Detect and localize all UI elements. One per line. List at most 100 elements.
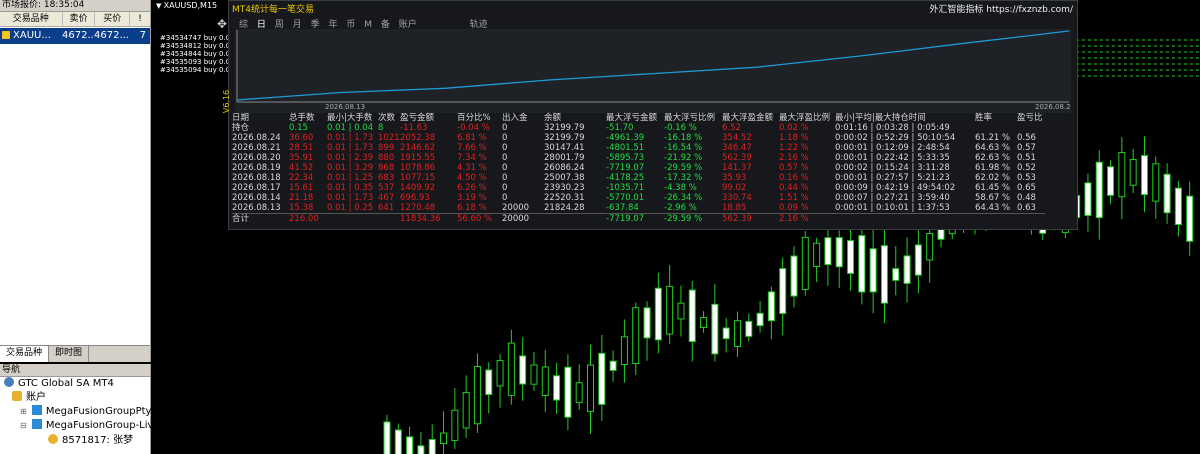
candle	[643, 307, 651, 339]
candle	[451, 409, 459, 441]
stats-site-link[interactable]: 外汇智能指标 https://fxznzb.com/	[929, 2, 1073, 15]
candle	[801, 236, 809, 290]
stats-cell	[975, 213, 1017, 224]
stats-cell: 2026.08.24	[232, 133, 281, 143]
column-header-bid[interactable]: 卖价	[63, 12, 96, 26]
candle	[677, 302, 685, 320]
column-header: 最大浮亏金额	[606, 113, 658, 123]
stats-cell: 0.01 | 1.25	[327, 173, 374, 183]
bid-price: 4672...	[62, 30, 94, 41]
move-icon[interactable]: ✥	[217, 17, 227, 31]
candle	[914, 244, 922, 276]
column-header-spread[interactable]: !	[130, 12, 150, 26]
stats-cell: 20000	[502, 213, 544, 224]
stats-cell: 0.52	[1017, 163, 1036, 173]
accounts-icon	[12, 391, 22, 401]
ask-price: 4672...	[94, 30, 128, 41]
position-row: 持仓 0.15 0.01 | 0.04 8 -11.63 -0.04 % 0 32199.79…	[232, 123, 1045, 133]
candle	[530, 364, 538, 385]
stats-cell: 0	[502, 153, 508, 163]
stats-cell: 0.01 | 0.25	[327, 203, 374, 213]
stats-cell: 64.43 %	[975, 203, 1011, 213]
stats-cell: 0.01 | 2.39	[327, 153, 374, 163]
stats-cell: 0:01:16 | 0:03:28 | 0:05:49	[835, 123, 950, 133]
stats-cell: 1270.48	[400, 203, 436, 213]
stats-cell: 0:00:01 | 0:10:01 | 1:37:53	[835, 203, 950, 213]
candle	[485, 369, 493, 396]
stats-cell: 1078.86	[400, 163, 436, 173]
stats-cell: 23930.23	[544, 183, 585, 193]
column-header-symbol[interactable]: 交易品种	[0, 12, 63, 26]
accounts-label: 账户	[26, 392, 46, 403]
tab-symbols[interactable]: 交易品种	[0, 346, 50, 362]
stats-cell: 0.02 %	[779, 123, 809, 133]
broker-node[interactable]: GTC Global SA MT4	[4, 377, 114, 391]
column-header: 最大浮盈金额	[722, 113, 774, 123]
stats-cell: 11834.36	[400, 213, 457, 224]
stats-cell: 467	[378, 193, 395, 203]
total-row: 合计 216.00 11834.36 56.60 % 20000 -7719.07 -29.…	[232, 213, 1045, 224]
stats-cell: 25007.38	[544, 173, 585, 183]
column-header: 出入金	[502, 113, 528, 123]
column-header: 最小|平均|最大持仓时间	[835, 113, 926, 123]
server-node-2[interactable]: ⊟ MegaFusionGroup-Live	[20, 419, 160, 433]
trade-labels: #34534747 buy 0.01 #34534812 buy 0.01 #3…	[160, 34, 235, 74]
broker-label: GTC Global SA MT4	[18, 378, 114, 389]
stats-row: 2026.08.17 15.61 0.01 | 0.35 537 1409.92 6.26…	[232, 183, 1045, 193]
stats-cell: -0.04 %	[457, 123, 490, 133]
stats-cell: -26.34 %	[664, 193, 703, 203]
curve-date-end: 2026.08.24	[1035, 103, 1071, 111]
candle	[541, 366, 549, 397]
stats-cell: 216.00	[289, 213, 327, 224]
stats-cell: 880	[378, 153, 395, 163]
stats-cell: 1.51 %	[779, 193, 809, 203]
server-label-1: MegaFusionGroupPty-L	[45, 406, 161, 417]
account-node[interactable]: 8571817: 张梦	[48, 434, 133, 448]
stats-cell: 0	[502, 133, 508, 143]
candle	[858, 235, 866, 293]
expand-icon[interactable]: ⊞	[20, 407, 27, 416]
stats-cell: -17.32 %	[664, 173, 703, 183]
candle	[779, 268, 787, 315]
stats-cell: -4801.51	[606, 143, 645, 153]
stats-cell: 2026.08.18	[232, 173, 281, 183]
candle	[700, 317, 708, 328]
market-watch-panel: 市场报价: 18:35:04 交易品种 卖价 买价 ! XAUU... 4672…	[0, 0, 151, 362]
candle	[1186, 195, 1194, 242]
candle	[1174, 187, 1182, 226]
stats-title: MT4统计每一笔交易	[232, 5, 314, 15]
server-node-1[interactable]: ⊞ MegaFusionGroupPty-L	[20, 405, 160, 419]
candle	[394, 429, 402, 454]
stats-cell: 61.98 %	[975, 163, 1011, 173]
stats-cell: 0	[502, 193, 508, 203]
stats-cell: 36.60	[289, 133, 314, 143]
stats-cell: 0.57 %	[779, 163, 809, 173]
stats-cell: 0.15	[289, 123, 308, 133]
candle	[462, 391, 470, 429]
candle	[1095, 161, 1103, 219]
collapse-icon[interactable]: ⊟	[20, 421, 27, 430]
candle	[428, 438, 436, 454]
accounts-node[interactable]: 账户	[12, 391, 46, 405]
tab-tick-chart[interactable]: 即时图	[49, 346, 90, 362]
column-header-ask[interactable]: 买价	[95, 12, 131, 26]
candle	[926, 232, 934, 261]
symbol-icon	[2, 31, 10, 39]
stats-cell: 683	[378, 173, 395, 183]
price-chart[interactable]: ▼ XAUUSD,M15 #34534747 buy 0.01 #3453481…	[152, 0, 1200, 454]
candle	[519, 355, 527, 385]
stats-cell: 18.85	[722, 203, 747, 213]
server-label-2: MegaFusionGroup-Live	[45, 420, 160, 431]
column-header: 总手数	[289, 113, 315, 123]
stats-cell: 1021	[378, 133, 400, 143]
broker-icon	[4, 377, 14, 387]
stats-cell: 868	[378, 163, 395, 173]
symbol-row[interactable]: XAUU... 4672... 4672... 7	[0, 28, 150, 44]
stats-cell: 346.47	[722, 143, 752, 153]
spread-value: 7	[139, 30, 146, 41]
column-header: 最小|大手数	[327, 113, 373, 123]
stats-cell	[378, 213, 400, 224]
stats-cell: 2026.08.20	[232, 153, 281, 163]
stats-row: 2026.08.24 36.60 0.01 | 1.73 1021 2052.38 6.8…	[232, 133, 1045, 143]
stats-cell: 61.21 %	[975, 133, 1011, 143]
